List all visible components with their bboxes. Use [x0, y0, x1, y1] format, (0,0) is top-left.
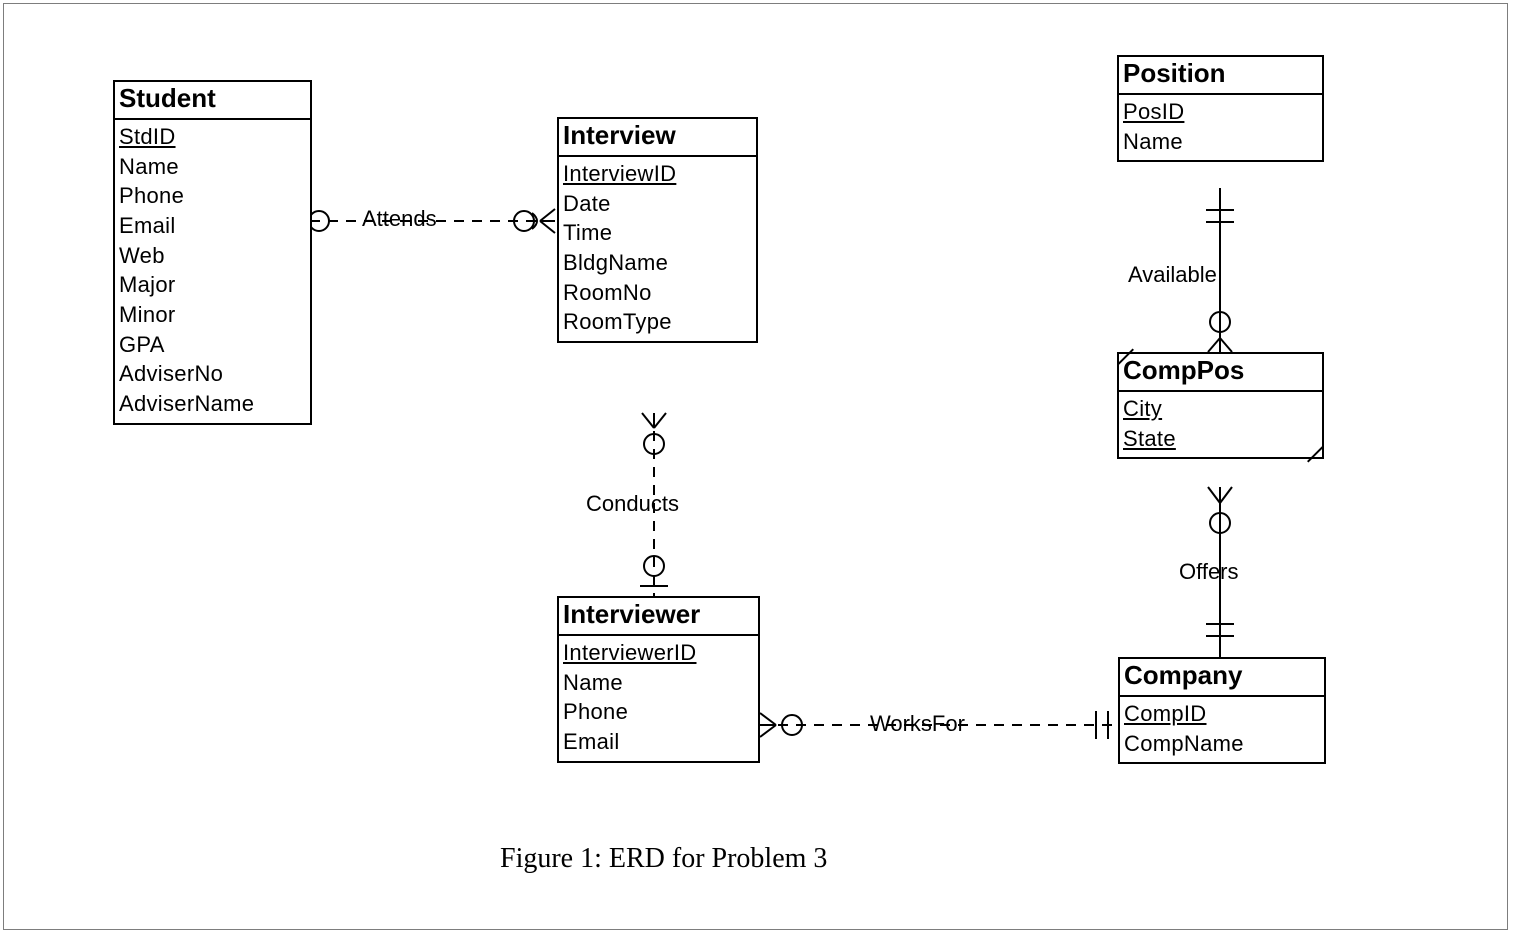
attr: RoomType — [563, 307, 752, 337]
entity-comppos: CompPos City State — [1117, 352, 1324, 459]
entity-interview-title: Interview — [559, 119, 756, 157]
entity-student-title: Student — [115, 82, 310, 120]
rel-available-label: Available — [1128, 262, 1217, 288]
attr: GPA — [119, 330, 306, 360]
attr: InterviewerID — [563, 638, 754, 668]
entity-position-title: Position — [1119, 57, 1322, 95]
attr: CompID — [1124, 699, 1320, 729]
attr: Email — [119, 211, 306, 241]
attr: RoomNo — [563, 278, 752, 308]
attr: Date — [563, 189, 752, 219]
attr: Email — [563, 727, 754, 757]
entity-position-body: PosID Name — [1119, 95, 1322, 160]
rel-attends-label: Attends — [362, 206, 437, 232]
entity-company-body: CompID CompName — [1120, 697, 1324, 762]
entity-interviewer-title: Interviewer — [559, 598, 758, 636]
attr: Phone — [119, 181, 306, 211]
attr: Phone — [563, 697, 754, 727]
attr: AdviserName — [119, 389, 306, 419]
attr: State — [1123, 424, 1318, 454]
attr: Name — [1123, 127, 1318, 157]
entity-student: Student StdID Name Phone Email Web Major… — [113, 80, 312, 425]
entity-company: Company CompID CompName — [1118, 657, 1326, 764]
attr: InterviewID — [563, 159, 752, 189]
attr: Name — [119, 152, 306, 182]
entity-interviewer: Interviewer InterviewerID Name Phone Ema… — [557, 596, 760, 763]
attr: CompName — [1124, 729, 1320, 759]
entity-company-title: Company — [1120, 659, 1324, 697]
entity-comppos-title: CompPos — [1119, 354, 1322, 392]
attr: Minor — [119, 300, 306, 330]
rel-offers-label: Offers — [1179, 559, 1239, 585]
attr: BldgName — [563, 248, 752, 278]
attr: Web — [119, 241, 306, 271]
figure-caption: Figure 1: ERD for Problem 3 — [500, 843, 827, 875]
entity-comppos-body: City State — [1119, 392, 1322, 457]
entity-interview: Interview InterviewID Date Time BldgName… — [557, 117, 758, 343]
attr: StdID — [119, 122, 306, 152]
entity-interview-body: InterviewID Date Time BldgName RoomNo Ro… — [559, 157, 756, 341]
attr: Time — [563, 218, 752, 248]
attr: Major — [119, 270, 306, 300]
attr: City — [1123, 394, 1318, 424]
entity-position: Position PosID Name — [1117, 55, 1324, 162]
attr: PosID — [1123, 97, 1318, 127]
entity-interviewer-body: InterviewerID Name Phone Email — [559, 636, 758, 761]
rel-worksfor-label: WorksFor — [870, 711, 965, 737]
rel-conducts-label: Conducts — [586, 491, 679, 517]
attr: AdviserNo — [119, 359, 306, 389]
attr: Name — [563, 668, 754, 698]
entity-student-body: StdID Name Phone Email Web Major Minor G… — [115, 120, 310, 423]
